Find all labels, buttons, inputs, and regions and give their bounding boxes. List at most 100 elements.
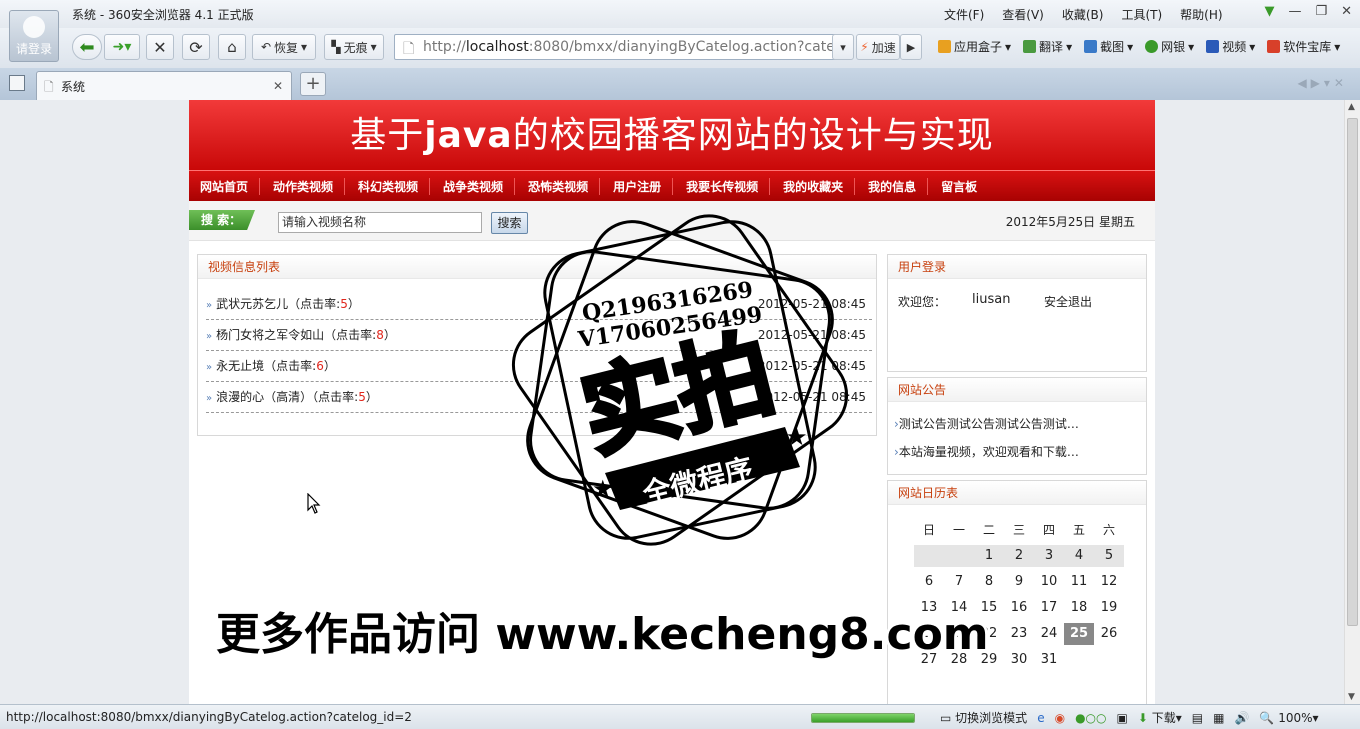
- calendar-day[interactable]: 7: [944, 571, 974, 593]
- scroll-down-icon[interactable]: ▼: [1348, 692, 1355, 702]
- calendar-day[interactable]: 14: [944, 597, 974, 619]
- video-list-item[interactable]: » 永无止境（点击率:6） 2012-05-21 08:45: [206, 351, 872, 382]
- toggle-icon[interactable]: ●○○: [1075, 711, 1106, 725]
- video-list-item[interactable]: » 武状元苏乞儿（点击率:5） 2012-05-21 08:45: [206, 289, 872, 320]
- app-box-button[interactable]: 应用盒子 ▾: [938, 38, 1011, 55]
- calendar-day[interactable]: 15: [974, 597, 1004, 619]
- calendar-day[interactable]: 11: [1064, 571, 1094, 593]
- accelerate-button[interactable]: ⚡ 加速: [856, 34, 900, 60]
- calendar-day[interactable]: 22: [974, 623, 1004, 645]
- calendar-day[interactable]: 17: [1034, 597, 1064, 619]
- calendar-day[interactable]: 24: [1034, 623, 1064, 645]
- home-button[interactable]: ⌂: [218, 34, 246, 60]
- avatar[interactable]: 请登录: [9, 10, 59, 62]
- menu-favorites[interactable]: 收藏(B): [1062, 6, 1104, 23]
- calendar-day[interactable]: 5: [1094, 545, 1124, 567]
- calendar-day[interactable]: 31: [1034, 649, 1064, 671]
- logout-link[interactable]: 安全退出: [1044, 293, 1092, 310]
- chrome-icon[interactable]: ◉: [1055, 711, 1065, 725]
- calendar-day[interactable]: 16: [1004, 597, 1034, 619]
- calendar-day[interactable]: 19: [1094, 597, 1124, 619]
- menu-help[interactable]: 帮助(H): [1180, 6, 1222, 23]
- calendar-day[interactable]: 10: [1034, 571, 1064, 593]
- nav-action[interactable]: 动作类视频: [273, 177, 346, 195]
- go-button[interactable]: ▶: [900, 34, 922, 60]
- new-tab-button[interactable]: +: [300, 72, 326, 96]
- video-title[interactable]: 浪漫的心（高清）: [216, 390, 312, 404]
- minimize-icon[interactable]: —: [1288, 4, 1301, 19]
- nav-home[interactable]: 网站首页: [200, 177, 261, 195]
- search-input[interactable]: 请输入视频名称: [278, 212, 482, 233]
- address-bar[interactable]: 🗋 http://localhost:8080/bmxx/dianyingByC…: [394, 34, 852, 60]
- screenshot-button[interactable]: 截图 ▾: [1084, 38, 1133, 55]
- switch-mode-button[interactable]: ▭ 切换浏览模式: [940, 709, 1027, 726]
- ebank-button[interactable]: 网银 ▾: [1145, 38, 1194, 55]
- calendar-day[interactable]: 13: [914, 597, 944, 619]
- calendar-day[interactable]: 18: [1064, 597, 1094, 619]
- stop-button[interactable]: ✕: [146, 34, 174, 60]
- calendar-day[interactable]: 25: [1064, 623, 1094, 645]
- calendar-day[interactable]: 29: [974, 649, 1004, 671]
- scroll-thumb[interactable]: [1347, 118, 1358, 626]
- menu-tools[interactable]: 工具(T): [1121, 6, 1162, 23]
- tab-nav-icons[interactable]: ◀▶▾✕: [1297, 76, 1348, 90]
- notice-item[interactable]: ›测试公告测试公告测试公告测试…: [888, 410, 1146, 438]
- address-dropdown[interactable]: ▾: [832, 34, 854, 60]
- nav-horror[interactable]: 恐怖类视频: [528, 177, 601, 195]
- video-title[interactable]: 武状元苏乞儿: [216, 297, 288, 311]
- calendar-day[interactable]: 30: [1004, 649, 1034, 671]
- incognito-button[interactable]: ▚ 无痕 ▾: [324, 34, 384, 60]
- video-title[interactable]: 永无止境: [216, 359, 264, 373]
- video-list-item[interactable]: » 杨门女将之军令如山（点击率:8） 2012-05-21 08:45: [206, 320, 872, 351]
- nav-scifi[interactable]: 科幻类视频: [358, 177, 431, 195]
- tab-system[interactable]: 🗋 系统 ✕: [36, 71, 292, 100]
- calendar-day[interactable]: 28: [944, 649, 974, 671]
- calendar-day[interactable]: 27: [914, 649, 944, 671]
- calendar-day[interactable]: 23: [1004, 623, 1034, 645]
- calendar-day[interactable]: 9: [1004, 571, 1034, 593]
- scroll-up-icon[interactable]: ▲: [1348, 102, 1355, 112]
- vertical-scrollbar[interactable]: ▲ ▼: [1344, 100, 1360, 704]
- calendar-day[interactable]: 1: [974, 545, 1004, 567]
- maximize-icon[interactable]: ❐: [1315, 4, 1327, 19]
- restore-button[interactable]: ↶ 恢复 ▾: [252, 34, 316, 60]
- calendar-day[interactable]: 21: [944, 623, 974, 645]
- ie-icon[interactable]: e: [1037, 711, 1044, 725]
- nav-my-info[interactable]: 我的信息: [868, 177, 929, 195]
- calendar-day[interactable]: 2: [1004, 545, 1034, 567]
- nav-upload[interactable]: 我要长传视频: [686, 177, 771, 195]
- calendar-day[interactable]: 3: [1034, 545, 1064, 567]
- page-tools-icon[interactable]: ▣: [1116, 711, 1127, 725]
- calendar-day[interactable]: 6: [914, 571, 944, 593]
- calendar-day[interactable]: 26: [1094, 623, 1124, 645]
- menu-view[interactable]: 查看(V): [1002, 6, 1044, 23]
- nav-favorites[interactable]: 我的收藏夹: [783, 177, 856, 195]
- forward-button[interactable]: ➜▾: [104, 34, 140, 60]
- video-title[interactable]: 杨门女将之军令如山: [216, 328, 324, 342]
- close-tab-icon[interactable]: ✕: [273, 79, 283, 93]
- notes-icon[interactable]: ▤: [1192, 711, 1203, 725]
- calendar-day[interactable]: 8: [974, 571, 1004, 593]
- volume-icon[interactable]: 🔊: [1234, 711, 1249, 725]
- nav-register[interactable]: 用户注册: [613, 177, 674, 195]
- sidebar-toggle-icon[interactable]: [9, 75, 25, 91]
- close-icon[interactable]: ✕: [1341, 4, 1352, 19]
- device-icon[interactable]: ▦: [1213, 711, 1224, 725]
- zoom-control[interactable]: 🔍 100%▾: [1259, 711, 1318, 725]
- skin-icon[interactable]: ▼: [1264, 4, 1274, 19]
- calendar-day[interactable]: 20: [914, 623, 944, 645]
- calendar-day[interactable]: 12: [1094, 571, 1124, 593]
- video-button[interactable]: 视频 ▾: [1206, 38, 1255, 55]
- back-button[interactable]: ⬅: [72, 34, 102, 60]
- menu-file[interactable]: 文件(F): [944, 6, 984, 23]
- nav-war[interactable]: 战争类视频: [443, 177, 516, 195]
- download-button[interactable]: ⬇ 下载▾: [1138, 709, 1182, 726]
- calendar-day[interactable]: 4: [1064, 545, 1094, 567]
- nav-guestbook[interactable]: 留言板: [941, 178, 988, 195]
- video-list-item[interactable]: » 浪漫的心（高清）（点击率:5） 2012-05-21 08:45: [206, 382, 872, 413]
- refresh-button[interactable]: ⟳: [182, 34, 210, 60]
- translate-button[interactable]: 翻译 ▾: [1023, 38, 1072, 55]
- search-button[interactable]: 搜索: [491, 212, 528, 234]
- software-store-button[interactable]: 软件宝库 ▾: [1267, 38, 1340, 55]
- notice-item[interactable]: ›本站海量视频，欢迎观看和下载…: [888, 438, 1146, 466]
